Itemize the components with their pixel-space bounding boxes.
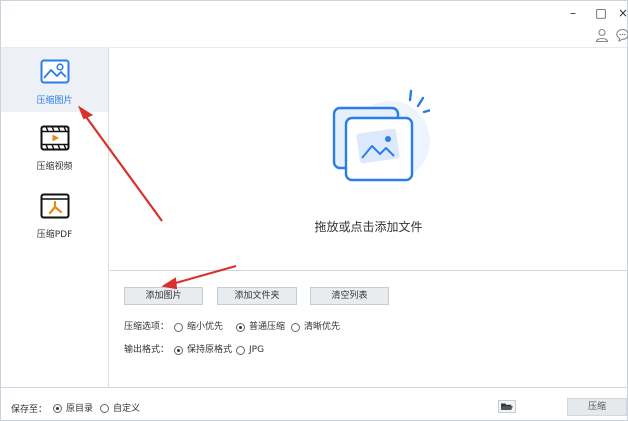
drop-zone[interactable]: 拖放或点击添加文件 <box>110 47 627 270</box>
sidebar-item-compress-pdf[interactable]: 压缩PDF <box>1 182 108 246</box>
radio-circle <box>100 404 109 413</box>
maximize-button[interactable]: □ <box>591 5 611 21</box>
options-panel: 添加图片 添加文件夹 清空列表 压缩选项： 缩小优先 普通压缩 清晰优先 输出格… <box>110 270 627 387</box>
pdf-icon <box>40 193 70 219</box>
radio-circle <box>53 404 62 413</box>
output-format-label: 输出格式： <box>124 345 170 355</box>
clear-list-button[interactable]: 清空列表 <box>310 287 389 305</box>
footer-bar: 保存至： 原目录 自定义 压缩 <box>1 387 627 420</box>
sidebar-item-label: 压缩图片 <box>36 96 73 106</box>
save-to-label: 保存至： <box>11 405 48 415</box>
add-image-button[interactable]: 添加图片 <box>124 287 203 305</box>
add-folder-button[interactable]: 添加文件夹 <box>217 287 297 305</box>
compress-button[interactable]: 压缩 <box>567 398 627 416</box>
sidebar-item-compress-video[interactable]: 压缩视频 <box>1 114 108 178</box>
radio-circle <box>291 323 300 332</box>
title-bar: – □ × <box>1 1 628 47</box>
sidebar-item-label: 压缩视频 <box>36 162 73 172</box>
radio-label: 普通压缩 <box>249 322 286 332</box>
drop-hint: 拖放或点击添加文件 <box>314 220 423 234</box>
user-icon[interactable] <box>595 28 609 42</box>
radio-circle <box>236 346 245 355</box>
sidebar-item-compress-image[interactable]: 压缩图片 <box>1 48 108 112</box>
radio-label: 缩小优先 <box>187 322 224 332</box>
image-icon <box>40 59 70 84</box>
video-icon <box>40 125 70 151</box>
radio-circle <box>236 323 245 332</box>
sidebar: 压缩图片 压缩视频 压缩PDF <box>1 47 109 387</box>
radio-label: 自定义 <box>113 404 141 414</box>
radio-circle <box>174 346 183 355</box>
close-button[interactable]: × <box>613 5 628 21</box>
radio-label: 保持原格式 <box>187 345 233 355</box>
radio-circle <box>174 323 183 332</box>
minimize-button[interactable]: – <box>563 5 583 21</box>
chat-icon[interactable] <box>616 28 628 42</box>
browse-folder-button[interactable] <box>498 400 516 413</box>
sidebar-item-label: 压缩PDF <box>36 230 73 240</box>
radio-label: 清晰优先 <box>304 322 341 332</box>
add-image-illustration <box>332 89 430 182</box>
folder-open-icon <box>501 403 513 410</box>
app-window: – □ × 压缩图片 压缩视频 压缩PDF 拖放或点击添加文件 添加图片 添加文… <box>0 0 628 421</box>
radio-label: 原目录 <box>66 404 94 414</box>
compress-options-label: 压缩选项： <box>124 322 170 332</box>
radio-label: JPG <box>249 345 265 355</box>
